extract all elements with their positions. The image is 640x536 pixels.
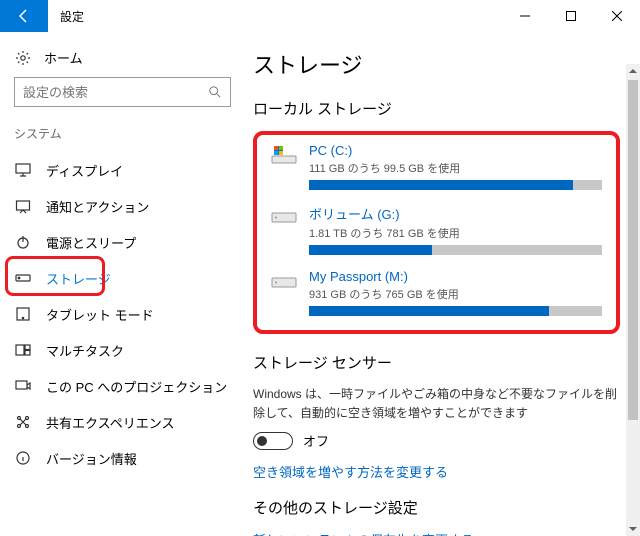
drive-row[interactable]: My Passport (M:) 931 GB のうち 765 GB を使用 <box>271 269 602 316</box>
scroll-up-button[interactable] <box>626 64 640 78</box>
sidebar-item-project[interactable]: この PC へのプロジェクション <box>0 368 245 404</box>
sidebar-item-share[interactable]: 共有エクスペリエンス <box>0 404 245 440</box>
drive-name: My Passport (M:) <box>309 269 602 284</box>
drive-icon <box>271 269 297 316</box>
drive-usage-bar <box>309 245 602 255</box>
close-button[interactable] <box>594 0 640 32</box>
search-input[interactable] <box>23 85 208 100</box>
drives-highlight-box: PC (C:) 111 GB のうち 99.5 GB を使用ボリューム (G:) 1… <box>253 131 620 334</box>
project-icon <box>14 378 32 394</box>
sidebar-item-label: 通知とアクション <box>46 197 149 216</box>
change-free-space-link[interactable]: 空き領域を増やす方法を変更する <box>253 462 620 481</box>
sidebar-item-label: 電源とスリープ <box>46 233 136 252</box>
scroll-down-button[interactable] <box>626 522 640 536</box>
multitask-icon <box>14 342 32 358</box>
power-icon <box>14 234 32 250</box>
drive-usage-bar <box>309 180 602 190</box>
drive-name: PC (C:) <box>309 143 602 158</box>
content-pane: ストレージ ローカル ストレージ PC (C:) 111 GB のうち 99.5 … <box>245 32 640 536</box>
local-storage-heading: ローカル ストレージ <box>253 98 620 119</box>
sidebar-item-storage[interactable]: ストレージ <box>0 260 245 296</box>
drive-usage-text: 111 GB のうち 99.5 GB を使用 <box>309 160 602 176</box>
maximize-button[interactable] <box>548 0 594 32</box>
drive-icon <box>271 204 297 255</box>
sidebar-item-power[interactable]: 電源とスリープ <box>0 224 245 260</box>
back-button[interactable] <box>0 0 48 32</box>
page-title: ストレージ <box>253 48 620 80</box>
search-icon <box>208 85 222 99</box>
home-label: ホーム <box>44 48 83 67</box>
sidebar: ホーム システム ディスプレイ通知とアクション電源とスリープストレージタブレット… <box>0 32 245 536</box>
sidebar-item-label: バージョン情報 <box>46 449 137 468</box>
sidebar-item-info[interactable]: バージョン情報 <box>0 440 245 476</box>
search-box[interactable] <box>14 77 231 107</box>
display-icon <box>14 162 32 178</box>
sidebar-item-label: 共有エクスペリエンス <box>46 413 174 432</box>
drive-usage-text: 1.81 TB のうち 781 GB を使用 <box>309 225 602 241</box>
drive-row[interactable]: PC (C:) 111 GB のうち 99.5 GB を使用 <box>271 143 602 190</box>
storage-sense-description: Windows は、一時ファイルやごみ箱の中身など不要なファイルを削除して、自動… <box>253 385 620 423</box>
sidebar-item-label: ストレージ <box>46 269 111 288</box>
sidebar-item-notify[interactable]: 通知とアクション <box>0 188 245 224</box>
toggle-state-label: オフ <box>303 431 329 450</box>
change-save-location-link[interactable]: 新しいコンテンツの保存先を変更する <box>253 530 620 536</box>
category-label: システム <box>0 125 245 152</box>
storage-sense-toggle[interactable] <box>253 432 293 450</box>
other-storage-heading: その他のストレージ設定 <box>253 497 620 518</box>
vertical-scrollbar[interactable] <box>626 64 640 536</box>
home-link[interactable]: ホーム <box>0 44 245 77</box>
gear-icon <box>14 50 32 66</box>
scrollbar-thumb[interactable] <box>628 80 638 420</box>
window-title: 設定 <box>48 8 502 25</box>
drive-icon <box>271 143 297 190</box>
sidebar-item-label: この PC へのプロジェクション <box>46 377 227 396</box>
sidebar-item-label: マルチタスク <box>46 341 124 360</box>
drive-row[interactable]: ボリューム (G:) 1.81 TB のうち 781 GB を使用 <box>271 204 602 255</box>
drive-usage-text: 931 GB のうち 765 GB を使用 <box>309 286 602 302</box>
tablet-icon <box>14 306 32 322</box>
drive-usage-bar <box>309 306 602 316</box>
share-icon <box>14 414 32 430</box>
sidebar-item-tablet[interactable]: タブレット モード <box>0 296 245 332</box>
minimize-button[interactable] <box>502 0 548 32</box>
notify-icon <box>14 198 32 214</box>
storage-icon <box>14 270 32 286</box>
sidebar-item-multitask[interactable]: マルチタスク <box>0 332 245 368</box>
sidebar-item-display[interactable]: ディスプレイ <box>0 152 245 188</box>
sidebar-item-label: ディスプレイ <box>46 161 123 180</box>
storage-sense-heading: ストレージ センサー <box>253 352 620 373</box>
sidebar-item-label: タブレット モード <box>46 305 154 324</box>
info-icon <box>14 450 32 466</box>
drive-name: ボリューム (G:) <box>309 204 602 223</box>
